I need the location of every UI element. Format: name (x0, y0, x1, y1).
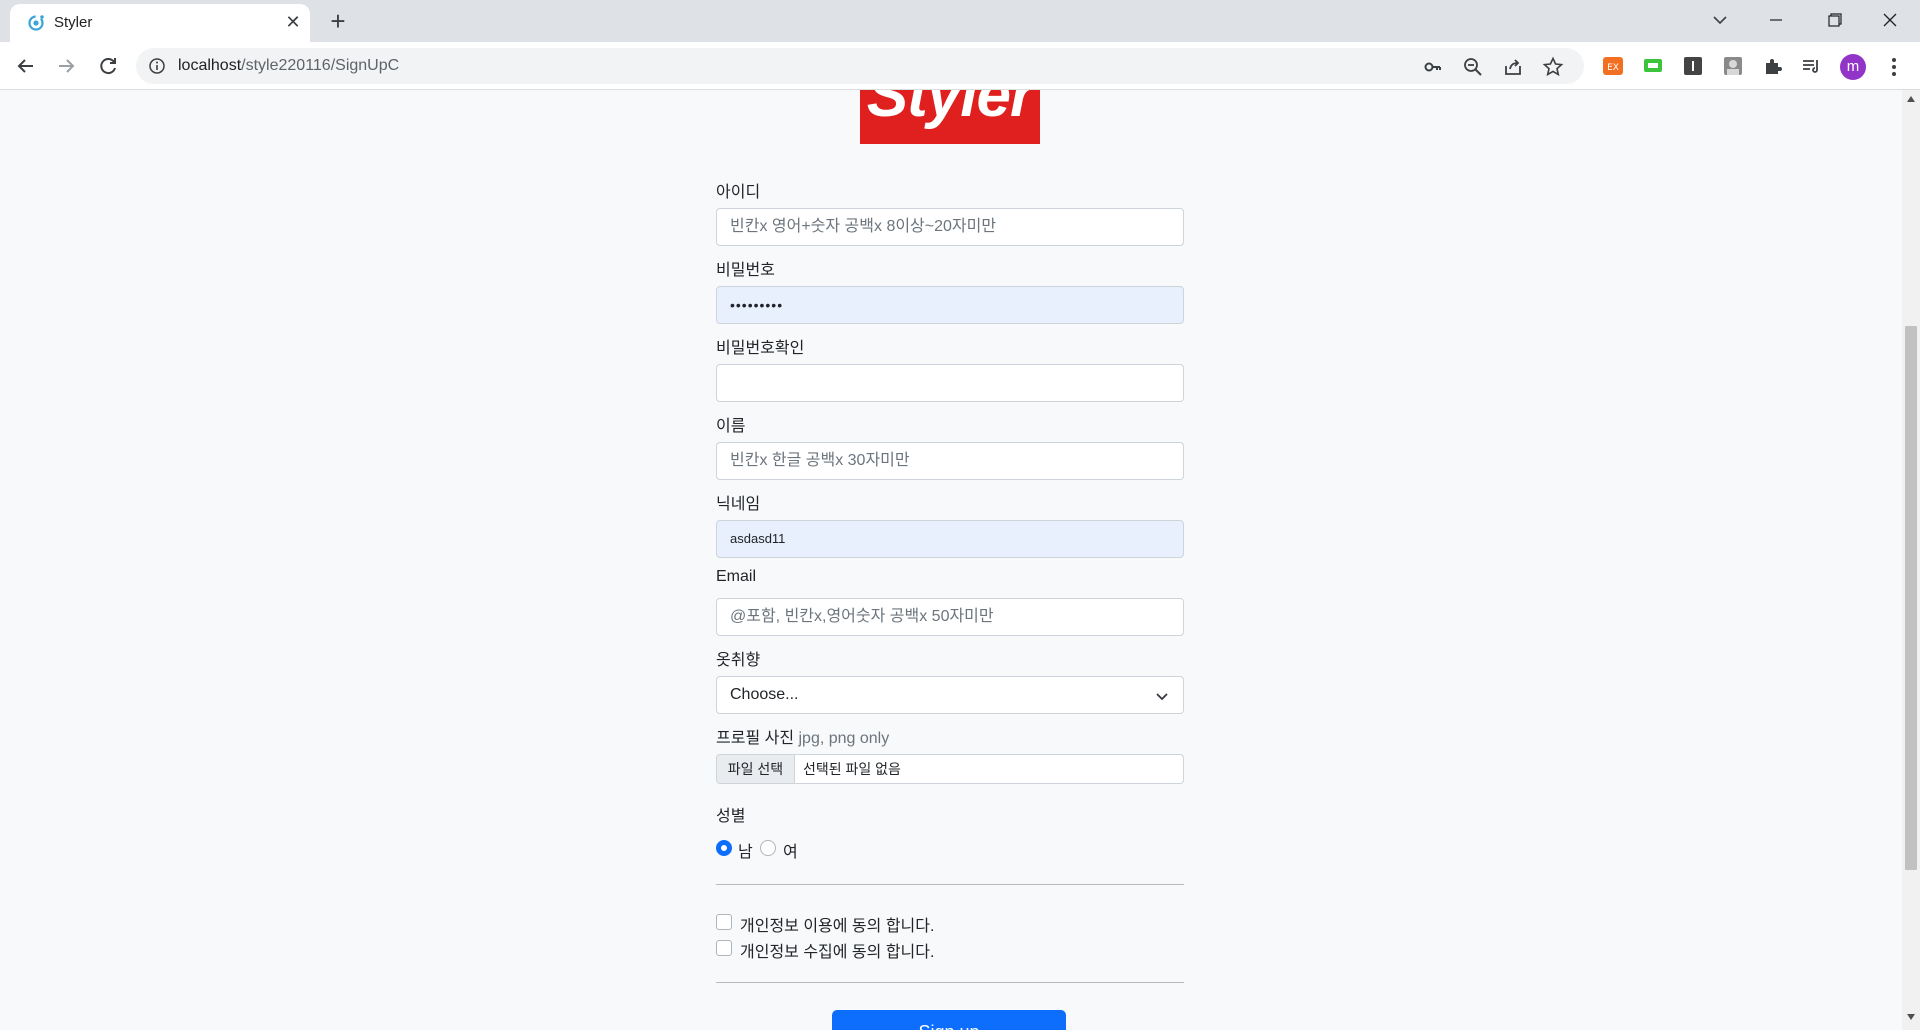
extension-ex-icon[interactable]: EX (1602, 55, 1624, 77)
style-selected-value: Choose... (730, 686, 799, 703)
email-placeholder: @포함, 빈칸x,영어숫자 공백x 50자미만 (730, 608, 994, 625)
agree-use-label: 개인정보 이용에 동의 합니다. (740, 918, 935, 935)
file-select-button[interactable]: 파일 선택 (717, 755, 795, 783)
file-status-text: 선택된 파일 없음 (803, 761, 901, 777)
divider (716, 884, 1184, 885)
share-icon[interactable] (1502, 56, 1524, 78)
page-scrollbar[interactable] (1902, 90, 1920, 1030)
tab-search-icon[interactable] (1706, 8, 1734, 32)
svg-text:EX: EX (1607, 63, 1619, 73)
agree-collect-checkbox[interactable] (716, 940, 732, 956)
key-icon[interactable] (1422, 56, 1444, 78)
password-confirm-label: 비밀번호확인 (716, 340, 805, 357)
url-text: localhost/style220116/SignUpC (178, 57, 399, 75)
extension-dark-icon[interactable] (1682, 55, 1704, 77)
styler-logo: Styler (860, 90, 1040, 144)
password-confirm-input[interactable] (716, 364, 1184, 402)
email-input[interactable]: @포함, 빈칸x,영어숫자 공백x 50자미만 (716, 598, 1184, 636)
scrollbar-thumb[interactable] (1905, 326, 1917, 870)
gender-label: 성별 (716, 808, 746, 825)
url-host: localhost (178, 57, 242, 74)
new-tab-icon[interactable]: + (324, 8, 352, 36)
forward-arrow-icon[interactable] (52, 52, 80, 80)
zoom-out-icon[interactable] (1462, 56, 1484, 78)
style-label: 옷취향 (716, 652, 761, 669)
gender-male-radio[interactable] (716, 840, 732, 856)
bookmark-star-icon[interactable] (1542, 56, 1564, 78)
email-label: Email (716, 568, 757, 585)
profile-hint: jpg, png only (798, 730, 890, 747)
browser-tabstrip: Styler ✕ + (0, 0, 1920, 42)
scroll-up-arrow-icon[interactable] (1907, 96, 1915, 102)
window-restore-icon[interactable] (1816, 6, 1852, 34)
profile-label-text: 프로필 사진 (716, 730, 795, 747)
url-path: /style220116/SignUpC (241, 57, 400, 74)
browser-tab[interactable]: Styler ✕ (10, 4, 310, 42)
divider (716, 982, 1184, 983)
extensions-puzzle-icon[interactable] (1762, 55, 1784, 77)
userid-placeholder: 빈칸x 영어+숫자 공백x 8이상~20자미만 (730, 218, 997, 235)
agree-use-checkbox[interactable] (716, 914, 732, 930)
name-label: 이름 (716, 418, 746, 435)
signup-button[interactable]: Sign up (832, 1010, 1066, 1030)
logo-text: Styler (866, 90, 1034, 130)
password-masked-value: ••••••••• (730, 297, 784, 313)
gender-female-label: 여 (783, 844, 798, 861)
back-arrow-icon[interactable] (12, 52, 40, 80)
userid-label: 아이디 (716, 184, 761, 201)
name-placeholder: 빈칸x 한글 공백x 30자미만 (730, 452, 910, 469)
ionic-favicon-icon (28, 15, 44, 31)
password-input[interactable]: ••••••••• (716, 286, 1184, 324)
gender-female-radio[interactable] (760, 840, 776, 856)
browser-toolbar: localhost/style220116/SignUpC EX m (0, 42, 1920, 90)
extension-green-icon[interactable] (1642, 55, 1664, 77)
address-bar[interactable]: localhost/style220116/SignUpC (136, 48, 1584, 84)
profile-avatar[interactable]: m (1840, 54, 1866, 80)
window-minimize-icon[interactable] (1758, 6, 1794, 34)
tab-title: Styler (54, 14, 93, 31)
profile-file-input[interactable]: 파일 선택 선택된 파일 없음 (716, 754, 1184, 784)
password-label: 비밀번호 (716, 262, 775, 279)
tab-close-icon[interactable]: ✕ (282, 11, 304, 33)
profile-label: 프로필 사진 jpg, png only (716, 724, 889, 748)
reload-icon[interactable] (94, 52, 122, 80)
window-close-icon[interactable] (1872, 6, 1908, 34)
style-select[interactable]: Choose... (716, 676, 1184, 714)
signup-button-label: Sign up (832, 1010, 1066, 1030)
reading-list-icon[interactable] (1800, 55, 1822, 77)
scroll-down-arrow-icon[interactable] (1907, 1014, 1915, 1020)
site-info-icon[interactable] (148, 57, 166, 75)
chevron-down-icon (1156, 693, 1168, 701)
userid-input[interactable]: 빈칸x 영어+숫자 공백x 8이상~20자미만 (716, 208, 1184, 246)
kebab-menu-icon[interactable] (1884, 54, 1904, 80)
nickname-value: asdasd11 (730, 531, 786, 546)
name-input[interactable]: 빈칸x 한글 공백x 30자미만 (716, 442, 1184, 480)
agree-collect-label: 개인정보 수집에 동의 합니다. (740, 944, 935, 961)
extension-photo-icon[interactable] (1722, 55, 1744, 77)
nickname-input[interactable]: asdasd11 (716, 520, 1184, 558)
gender-male-label: 남 (738, 844, 753, 861)
nickname-label: 닉네임 (716, 496, 761, 513)
